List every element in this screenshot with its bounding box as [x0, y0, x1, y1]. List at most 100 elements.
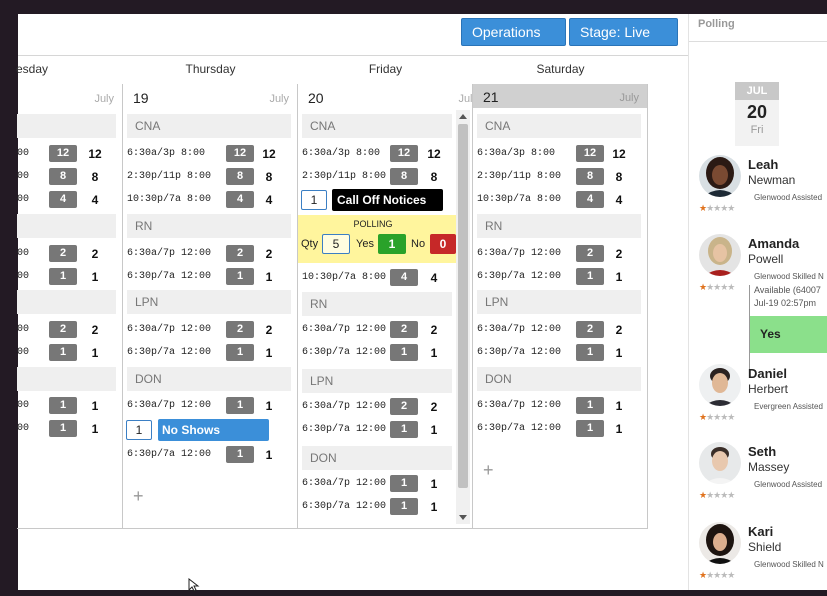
needed-badge[interactable]: 2 [390, 398, 418, 415]
date-bar[interactable]: 20 July [298, 86, 478, 108]
needed-badge[interactable]: 1 [576, 397, 604, 414]
shift-row[interactable]: 6:30p/7a 12:00 1 1 [127, 343, 291, 363]
shift-row[interactable]: 10:30p/7a 8:00 4 4 [127, 190, 291, 210]
polling-title: POLLING [353, 219, 393, 229]
no-shows-qty-input[interactable]: 1 [126, 420, 152, 440]
shift-row[interactable]: 6:30p/7a 12:00 1 1 [302, 343, 452, 363]
polling-qty-input[interactable]: 5 [322, 234, 350, 254]
candidate-card[interactable]: Seth Massey Glenwood Assisted ★★★★★ [689, 442, 827, 520]
shift-row[interactable]: 00 4 4 [17, 190, 117, 210]
shift-row[interactable]: 6:30a/3p 8:00 12 12 [127, 144, 291, 164]
needed-badge[interactable]: 12 [390, 145, 418, 162]
shift-row[interactable]: 6:30a/7p 12:00 2 2 [477, 320, 641, 340]
needed-badge[interactable]: 1 [49, 268, 77, 285]
needed-badge[interactable]: 4 [49, 191, 77, 208]
candidate-card[interactable]: Leah Newman Glenwood Assisted ★★★★★ [689, 155, 827, 233]
date-bar[interactable]: 19 July [123, 86, 297, 108]
needed-badge[interactable]: 1 [576, 420, 604, 437]
shift-row[interactable]: 2:30p/11p 8:00 8 8 [477, 167, 641, 187]
needed-badge[interactable]: 1 [390, 498, 418, 515]
shift-row[interactable]: 6:30a/3p 8:00 12 12 [302, 144, 452, 164]
shift-row[interactable]: 00 2 2 [17, 320, 117, 340]
needed-badge[interactable]: 1 [576, 268, 604, 285]
scroll-down-icon[interactable] [459, 515, 467, 520]
shift-row[interactable]: 6:30a/7p 12:00 1 1 [477, 396, 641, 416]
needed-badge[interactable]: 2 [576, 245, 604, 262]
needed-badge[interactable]: 2 [49, 321, 77, 338]
call-off-notices-button[interactable]: Call Off Notices [332, 189, 443, 211]
shift-row[interactable]: 10:30p/7a 8:00 4 4 [302, 268, 452, 288]
shift-row[interactable]: 6:30a/3p 8:00 12 12 [477, 144, 641, 164]
shift-time: 6:30a/7p 12:00 [477, 400, 562, 411]
needed-badge[interactable]: 1 [49, 397, 77, 414]
shift-row[interactable]: 00 1 1 [17, 343, 117, 363]
shift-row[interactable]: 10:30p/7a 8:00 4 4 [477, 190, 641, 210]
friday-scrollbar[interactable] [456, 110, 470, 524]
shift-row[interactable]: 6:30p/7a 12:00 1 1 [477, 419, 641, 439]
needed-badge[interactable]: 8 [226, 168, 254, 185]
needed-badge[interactable]: 8 [576, 168, 604, 185]
shift-row[interactable]: 00 2 2 [17, 244, 117, 264]
needed-badge[interactable]: 1 [49, 344, 77, 361]
candidate-card[interactable]: Amanda Powell Glenwood Skilled N ★★★★★ A… [689, 234, 827, 369]
shift-row[interactable]: 6:30p/7a 12:00 1 1 [127, 267, 291, 287]
scrollbar-thumb[interactable] [458, 124, 468, 488]
needed-badge[interactable]: 2 [226, 245, 254, 262]
needed-badge[interactable]: 1 [576, 344, 604, 361]
shift-row[interactable]: 6:30a/7p 12:00 2 2 [477, 244, 641, 264]
candidate-card[interactable]: Kari Shield Glenwood Skilled N ★★★★★ [689, 522, 827, 590]
add-shift-button[interactable]: + [483, 460, 494, 481]
shift-row[interactable]: 00 12 12 [17, 144, 117, 164]
needed-badge[interactable]: 1 [226, 268, 254, 285]
needed-badge[interactable]: 1 [390, 421, 418, 438]
needed-badge[interactable]: 4 [576, 191, 604, 208]
operations-dropdown[interactable]: Operations [461, 18, 566, 63]
day-column-saturday: 21 July CNA 6:30a/3p 8:00 12 12 2:30p/11p … [472, 84, 648, 529]
date-bar[interactable]: 21 July [473, 84, 647, 108]
shift-row[interactable]: 00 8 8 [17, 167, 117, 187]
yes-count-badge[interactable]: 1 [378, 234, 406, 254]
needed-badge[interactable]: 12 [576, 145, 604, 162]
no-count-badge[interactable]: 0 [430, 234, 456, 254]
needed-badge[interactable]: 2 [49, 245, 77, 262]
shift-row[interactable]: 6:30a/7p 12:00 2 2 [127, 244, 291, 264]
shift-row[interactable]: 6:30a/7p 12:00 1 1 [302, 474, 452, 494]
needed-badge[interactable]: 8 [390, 168, 418, 185]
needed-badge[interactable]: 12 [49, 145, 77, 162]
shift-row[interactable]: 6:30p/7a 12:00 1 1 [127, 445, 291, 465]
shift-row[interactable]: 6:30p/7a 12:00 1 1 [477, 267, 641, 287]
needed-badge[interactable]: 4 [390, 269, 418, 286]
shift-row[interactable]: 6:30a/7p 12:00 2 2 [127, 320, 291, 340]
needed-badge[interactable]: 1 [226, 397, 254, 414]
needed-badge[interactable]: 1 [390, 344, 418, 361]
candidate-card[interactable]: Daniel Herbert Evergreen Assisted ★★★★★ [689, 364, 827, 442]
add-shift-button[interactable]: + [133, 486, 144, 507]
needed-badge[interactable]: 2 [226, 321, 254, 338]
shift-row[interactable]: 6:30p/7a 12:00 1 1 [302, 420, 452, 440]
needed-badge[interactable]: 1 [390, 475, 418, 492]
needed-badge[interactable]: 2 [576, 321, 604, 338]
needed-badge[interactable]: 12 [226, 145, 254, 162]
shift-row[interactable]: 00 1 1 [17, 267, 117, 287]
shift-row[interactable]: 6:30p/7a 12:00 1 1 [477, 343, 641, 363]
scroll-up-icon[interactable] [459, 114, 467, 119]
needed-badge[interactable]: 1 [49, 420, 77, 437]
shift-row[interactable]: 2:30p/11p 8:00 8 8 [127, 167, 291, 187]
stage-dropdown[interactable]: Stage: Live [569, 18, 678, 63]
shift-row[interactable]: 6:30a/7p 12:00 1 1 [127, 396, 291, 416]
needed-badge[interactable]: 4 [226, 191, 254, 208]
needed-badge[interactable]: 1 [226, 446, 254, 463]
yes-response-badge[interactable]: Yes [750, 316, 827, 353]
shift-row[interactable]: 00 1 1 [17, 396, 117, 416]
shift-row[interactable]: 6:30a/7p 12:00 2 2 [302, 320, 452, 340]
shift-row[interactable]: 6:30p/7a 12:00 1 1 [302, 497, 452, 517]
panel-header-divider [689, 41, 827, 42]
call-off-qty-input[interactable]: 1 [301, 190, 327, 210]
shift-row[interactable]: 2:30p/11p 8:00 8 8 [302, 167, 452, 187]
needed-badge[interactable]: 8 [49, 168, 77, 185]
needed-badge[interactable]: 1 [226, 344, 254, 361]
shift-row[interactable]: 00 1 1 [17, 419, 117, 439]
no-shows-button[interactable]: No Shows [158, 419, 269, 441]
shift-row[interactable]: 6:30a/7p 12:00 2 2 [302, 397, 452, 417]
needed-badge[interactable]: 2 [390, 321, 418, 338]
